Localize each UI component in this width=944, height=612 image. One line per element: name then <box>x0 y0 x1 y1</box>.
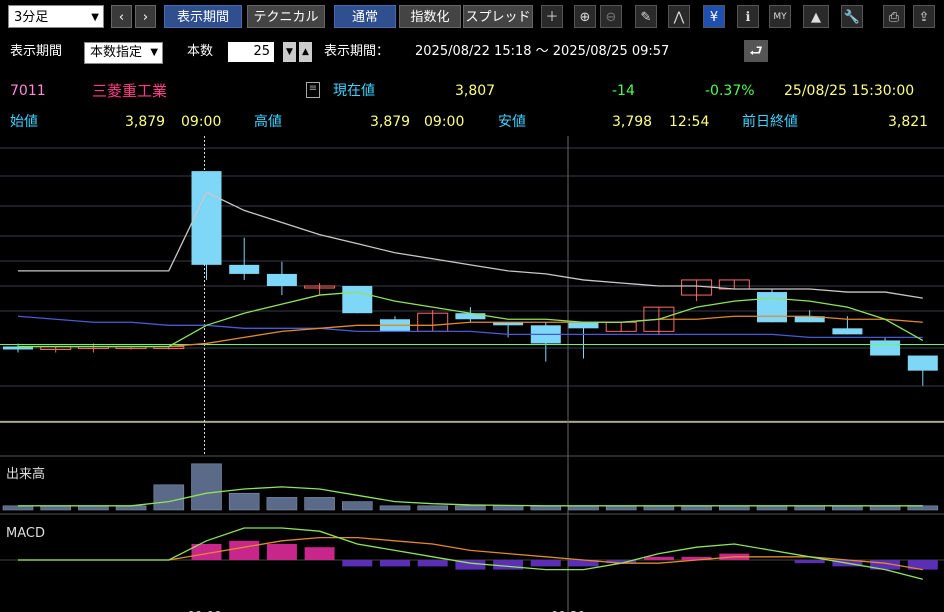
count-label: 本数 <box>187 44 214 59</box>
export-icon[interactable]: ⇪ <box>913 5 935 28</box>
zoom-in-icon[interactable]: ⊕ <box>574 5 596 28</box>
candle-body-23 <box>870 340 901 356</box>
interval-select[interactable]: 3分足 ▼ <box>8 5 104 28</box>
low-time: 12:54 <box>669 114 710 130</box>
period-mode-select[interactable]: 本数指定 ▼ <box>84 42 164 64</box>
chevron-down-icon: ▼ <box>91 12 99 23</box>
macd-hist-bar-14 <box>530 560 561 567</box>
open-time: 09:00 <box>181 114 222 130</box>
quote-datetime: 25/08/25 15:30:00 <box>784 83 915 99</box>
volume-bar-13 <box>492 505 524 511</box>
candle-body-24 <box>907 355 938 371</box>
next-button[interactable]: › <box>135 5 156 28</box>
high-value: 3,879 <box>370 114 411 130</box>
volume-panel <box>2 463 939 511</box>
open-value: 3,879 <box>125 114 166 130</box>
macd-hist-bar-9 <box>342 560 373 567</box>
range-value: 2025/08/22 15:18 ～ 2025/08/25 09:57 <box>415 44 670 59</box>
macd-hist-bar-10 <box>380 560 410 567</box>
candlestick-series <box>3 171 938 386</box>
period-button[interactable]: 表示期間 <box>164 5 242 28</box>
technical-button[interactable]: テクニカル <box>247 5 325 28</box>
stock-code: 7011 <box>10 83 46 99</box>
period-row: 表示期間 本数指定 ▼ 本数 25 ▼ ▲ 表示期間： 2025/08/22 15… <box>0 37 944 65</box>
count-input[interactable]: 25 <box>228 42 274 62</box>
current-value: 3,807 <box>455 83 496 99</box>
price-chart[interactable]: 出来高 MACD 09:0009:30 <box>0 136 944 612</box>
spread-button[interactable]: スプレッド <box>463 5 533 28</box>
prev-close-label: 前日終値 <box>742 114 798 130</box>
high-time: 09:00 <box>424 114 465 130</box>
macd-panel <box>0 527 944 580</box>
count-down-button[interactable]: ▼ <box>283 42 296 62</box>
ma-white-line <box>18 191 923 299</box>
candle-body-5 <box>191 171 222 265</box>
toolbar: 3分足 ▼ ‹ › 表示期間 テクニカル 通常 指数化 スプレッド ＋ ⊕ ⊖ ✎… <box>0 0 944 34</box>
index-button[interactable]: 指数化 <box>399 5 461 28</box>
change-value: -14 <box>612 83 635 99</box>
open-label: 始値 <box>10 114 38 130</box>
candle-body-12 <box>455 313 486 320</box>
yen-icon[interactable]: ¥ <box>703 5 725 28</box>
candle-body-22 <box>832 328 863 335</box>
return-icon[interactable]: ⮐ <box>744 40 768 62</box>
macd-hist-bar-13 <box>493 560 524 570</box>
period-mode-value: 本数指定 <box>90 45 143 60</box>
my-indicator-icon[interactable]: MY <box>769 5 791 28</box>
macd-panel-label: MACD <box>6 526 45 541</box>
document-icon[interactable]: ≡ <box>306 82 320 98</box>
macd-hist-bar-11 <box>417 560 448 567</box>
chevron-down-icon: ▼ <box>150 47 159 58</box>
candle-body-7 <box>266 273 297 286</box>
stock-name: 三菱重工業 <box>92 82 168 100</box>
macd-hist-bar-7 <box>266 544 297 560</box>
prev-close-value: 3,821 <box>888 114 929 130</box>
normal-button[interactable]: 通常 <box>334 5 396 28</box>
candle-body-15 <box>568 322 599 329</box>
low-label: 安値 <box>498 114 526 130</box>
low-value: 3,798 <box>612 114 653 130</box>
prev-button[interactable]: ‹ <box>111 5 132 28</box>
macd-hist-bar-17 <box>643 556 674 560</box>
current-label: 現在値 <box>333 83 375 99</box>
volume-bar-5 <box>191 463 222 511</box>
high-label: 高値 <box>254 114 282 130</box>
macd-hist-bar-21 <box>794 560 825 564</box>
macd-hist-bar-8 <box>304 547 335 560</box>
line-tool-icon[interactable]: ⋀ <box>668 5 690 28</box>
volume-bar-6 <box>228 492 260 511</box>
interval-value: 3分足 <box>14 10 49 25</box>
macd-line <box>18 527 923 580</box>
volume-bar-4 <box>153 484 185 511</box>
volume-bar-10 <box>379 505 411 511</box>
volume-panel-label: 出来高 <box>6 466 45 482</box>
volume-bar-7 <box>266 497 298 511</box>
period-label: 表示期間 <box>10 44 63 59</box>
candle-body-9 <box>342 286 373 314</box>
macd-hist-bar-6 <box>229 540 260 560</box>
area-chart-icon[interactable]: ▲ <box>803 5 829 28</box>
volume-bar-9 <box>341 501 373 511</box>
pen-icon[interactable]: ✎ <box>635 5 657 28</box>
zoom-out-icon[interactable]: ⊖ <box>600 5 622 28</box>
volume-bar-11 <box>417 505 449 511</box>
volume-bar-12 <box>455 505 486 511</box>
print-icon[interactable]: ⎙ <box>883 5 905 28</box>
wrench-icon[interactable]: 🔧 <box>841 5 863 28</box>
range-label: 表示期間： <box>324 44 390 59</box>
candle-body-20 <box>757 292 787 323</box>
count-up-button[interactable]: ▲ <box>299 42 312 62</box>
volume-bar-8 <box>304 497 335 511</box>
info-icon[interactable]: ℹ <box>737 5 759 28</box>
candle-body-6 <box>229 264 260 274</box>
change-pct-value: -0.37% <box>705 83 755 99</box>
crosshair-icon[interactable]: ＋ <box>541 5 563 28</box>
moving-average-lines <box>0 191 944 348</box>
